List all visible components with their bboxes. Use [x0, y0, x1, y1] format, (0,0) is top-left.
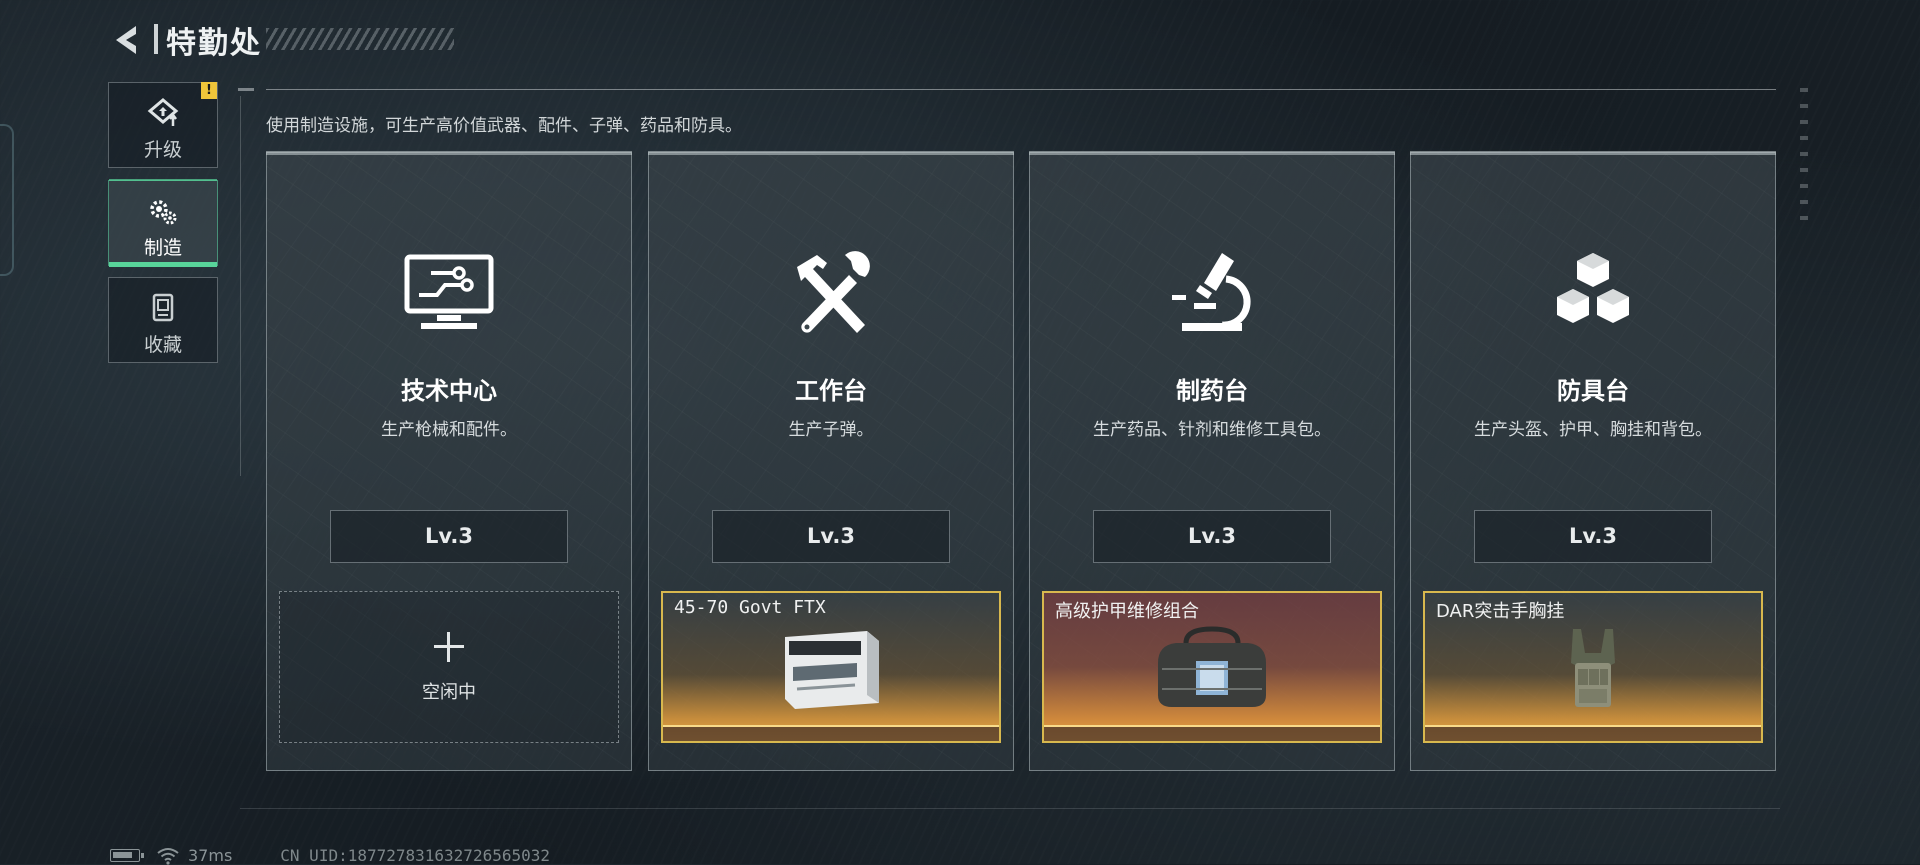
station-description: 生产枪械和配件。 [381, 420, 517, 440]
battery-icon [110, 849, 144, 862]
slot-footer [1425, 727, 1761, 741]
repair-bag-icon [1158, 626, 1266, 707]
slot-footer [663, 727, 999, 741]
chest-rig-icon [1571, 629, 1615, 707]
item-name: DAR突击手胸挂 [1436, 601, 1565, 622]
top-divider [266, 89, 1776, 90]
hammer-wrench-icon [797, 251, 870, 333]
slot-status: 空闲中 [422, 682, 476, 703]
station-name: 防具台 [1557, 377, 1629, 405]
station-card-armor[interactable]: 防具台 生产头盔、护甲、胸挂和背包。 Lv.3 DAR突击手胸挂 [1410, 151, 1776, 771]
station-level-button[interactable]: Lv.3 [1093, 510, 1331, 563]
station-level-button[interactable]: Lv.3 [1474, 510, 1712, 563]
active-indicator [109, 262, 217, 267]
station-card-pharmacy[interactable]: 制药台 生产药品、针剂和维修工具包。 Lv.3 高级护甲维修组合 [1029, 151, 1395, 771]
station-card-workbench[interactable]: 工作台 生产子弹。 Lv.3 45-70 Govt FTX [648, 151, 1014, 771]
sidebar-item-label: 升级 [143, 139, 182, 161]
item-name: 45-70 Govt FTX [674, 597, 826, 618]
sidebar-item-crafting[interactable]: 制造 [108, 179, 218, 267]
station-description: 生产子弹。 [788, 420, 874, 440]
bottom-divider [240, 808, 1780, 809]
wifi-icon [157, 847, 179, 865]
sidebar-item-upgrade[interactable]: 升级 ! [108, 82, 218, 168]
user-uid: CN UID:187727831632726565032 [280, 846, 550, 865]
plus-icon [434, 632, 464, 662]
sidebar-item-collection[interactable]: 收藏 [108, 277, 218, 363]
ammo-box-icon [785, 631, 879, 709]
station-level-button[interactable]: Lv.3 [712, 510, 950, 563]
alert-badge: ! [201, 82, 217, 99]
divider-tick [238, 88, 254, 91]
station-level-button[interactable]: Lv.3 [330, 510, 568, 563]
header-divider [154, 24, 158, 54]
status-bar: 37ms CN UID:187727831632726565032 [110, 846, 550, 865]
sidebar-item-label: 收藏 [143, 334, 182, 356]
computer-circuit-icon [404, 254, 494, 329]
page-description: 使用制造设施，可生产高价值武器、配件、子弹、药品和防具。 [266, 116, 742, 136]
station-name: 制药台 [1176, 377, 1248, 405]
slot-footer [1044, 727, 1380, 741]
station-name: 工作台 [795, 377, 867, 405]
page-title: 特勤处 [166, 26, 262, 61]
sidebar-item-label: 制造 [143, 237, 182, 259]
side-decoration [1800, 88, 1808, 228]
crafting-gears-icon [150, 200, 177, 225]
production-slot-item[interactable]: DAR突击手胸挂 [1423, 591, 1763, 743]
active-indicator-top [109, 179, 217, 181]
microscope-icon [1172, 253, 1251, 331]
station-description: 生产头盔、护甲、胸挂和背包。 [1474, 420, 1712, 440]
collection-icon [152, 293, 174, 322]
title-decoration [266, 28, 454, 50]
ping-value: 37ms [188, 846, 233, 865]
production-slot-item[interactable]: 45-70 Govt FTX [661, 591, 1001, 743]
production-slot-empty[interactable]: 空闲中 [279, 591, 619, 743]
production-slot-item[interactable]: 高级护甲维修组合 [1042, 591, 1382, 743]
item-name: 高级护甲维修组合 [1055, 601, 1199, 622]
station-card-tech-center[interactable]: 技术中心 生产枪械和配件。 Lv.3 空闲中 [266, 151, 632, 771]
edge-handle[interactable] [0, 124, 14, 276]
station-name: 技术中心 [401, 377, 497, 405]
upgrade-icon [147, 98, 179, 126]
cubes-icon [1557, 253, 1629, 323]
content-border [240, 96, 241, 476]
back-arrow-icon[interactable] [108, 20, 148, 60]
station-description: 生产药品、针剂和维修工具包。 [1093, 420, 1331, 440]
